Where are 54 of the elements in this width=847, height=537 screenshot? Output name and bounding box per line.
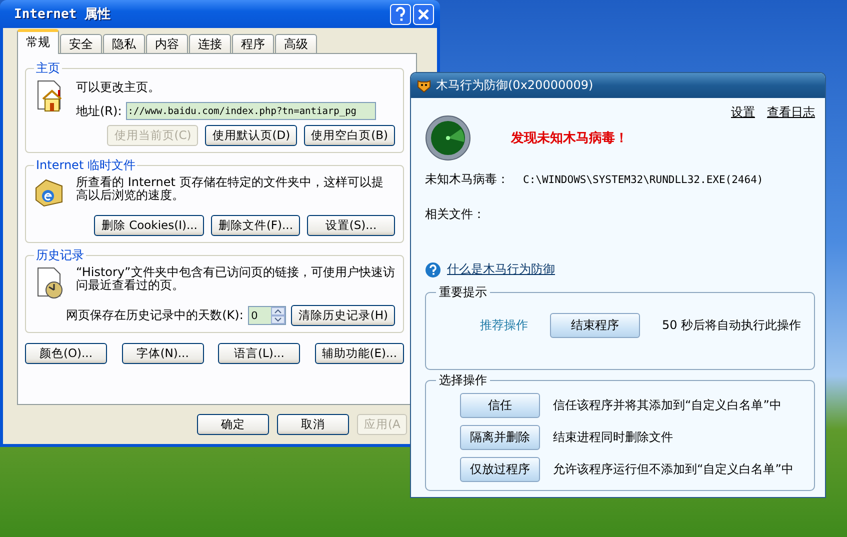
tab[interactable]: 安全 bbox=[60, 34, 102, 54]
dialog-button[interactable]: 辅助功能(E)... bbox=[314, 343, 404, 364]
countdown-text: 50 秒后将自动执行此操作 bbox=[662, 317, 802, 334]
dialog-button[interactable]: 语言(L)... bbox=[218, 343, 300, 364]
close-icon[interactable] bbox=[413, 4, 434, 24]
related-files-label: 相关文件： bbox=[425, 206, 485, 223]
help-icon bbox=[425, 262, 441, 278]
dialog-button[interactable]: 字体(N)... bbox=[122, 343, 204, 364]
dialog-button[interactable]: 删除 Cookies(I)... bbox=[94, 215, 204, 236]
virus-label: 未知木马病毒： bbox=[425, 171, 509, 188]
action-description: 信任该程序并将其添加到“自定义白名单”中 bbox=[553, 397, 782, 414]
dialog-button[interactable]: 使用空白页(B) bbox=[304, 125, 395, 146]
tab[interactable]: 常规 bbox=[17, 29, 59, 54]
description-text: 可以更改主页。 bbox=[76, 79, 161, 96]
group-title: 重要提示 bbox=[438, 284, 488, 301]
help-link[interactable]: 什么是木马行为防御 bbox=[447, 261, 555, 278]
tab[interactable]: 隐私 bbox=[103, 34, 145, 54]
action-button[interactable]: 仅放过程序 bbox=[460, 457, 540, 482]
tab[interactable]: 高级 bbox=[275, 34, 317, 54]
address-field[interactable]: ://www.baidu.com/index.php?tn=antiarp_pg bbox=[126, 102, 376, 120]
dialog-button[interactable]: 取消 bbox=[277, 414, 349, 435]
help-icon[interactable] bbox=[390, 4, 411, 24]
group-title: 选择操作 bbox=[438, 372, 488, 389]
end-program-button[interactable]: 结束程序 bbox=[550, 313, 640, 338]
header-link[interactable]: 设置 bbox=[731, 104, 755, 121]
virus-path: C:\WINDOWS\SYSTEM32\RUNDLL32.EXE(2464) bbox=[523, 174, 764, 186]
dialog-button[interactable]: 确定 bbox=[197, 414, 269, 435]
days-label: 网页保存在历史记录中的天数(K): bbox=[66, 307, 244, 324]
action-description: 允许该程序运行但不添加到“自定义白名单”中 bbox=[553, 461, 794, 478]
tab[interactable]: 程序 bbox=[232, 34, 274, 54]
group-title: Internet 临时文件 bbox=[35, 157, 136, 174]
description-text: 所查看的 Internet 页存储在特定的文件夹中，这样可以提高以后浏览的速度。 bbox=[76, 176, 384, 202]
group-title: 历史记录 bbox=[35, 247, 85, 264]
window-title: Internet 属性 bbox=[14, 6, 110, 23]
header-link[interactable]: 查看日志 bbox=[767, 104, 815, 121]
dialog-button[interactable]: 颜色(O)... bbox=[25, 343, 107, 364]
alert-message: 发现未知木马病毒！ bbox=[511, 130, 628, 147]
spin-arrows-icon[interactable] bbox=[271, 307, 286, 324]
address-label: 地址(R): bbox=[76, 102, 122, 120]
clear-history-button[interactable]: 清除历史记录(H) bbox=[291, 305, 395, 326]
dialog-button[interactable]: 设置(S)... bbox=[307, 215, 395, 236]
action-button[interactable]: 隔离并删除 bbox=[460, 425, 540, 450]
tab[interactable]: 内容 bbox=[146, 34, 188, 54]
description-text: “History”文件夹中包含有已访问页的链接，可使用户快速访问最近查看过的页。 bbox=[76, 266, 395, 292]
tab[interactable]: 连接 bbox=[189, 34, 231, 54]
days-spinbox[interactable]: 0 bbox=[248, 306, 286, 325]
action-button[interactable]: 信任 bbox=[460, 393, 540, 418]
action-description: 结束进程同时删除文件 bbox=[553, 429, 673, 446]
radar-icon bbox=[425, 115, 471, 161]
dialog-button[interactable]: 删除文件(F)... bbox=[211, 215, 300, 236]
dialog-button[interactable]: 使用默认页(D) bbox=[205, 125, 298, 146]
group-title: 主页 bbox=[35, 60, 61, 77]
window-title: 木马行为防御(0x20000009) bbox=[436, 77, 594, 94]
recommend-label: 推荐操作 bbox=[480, 317, 528, 334]
